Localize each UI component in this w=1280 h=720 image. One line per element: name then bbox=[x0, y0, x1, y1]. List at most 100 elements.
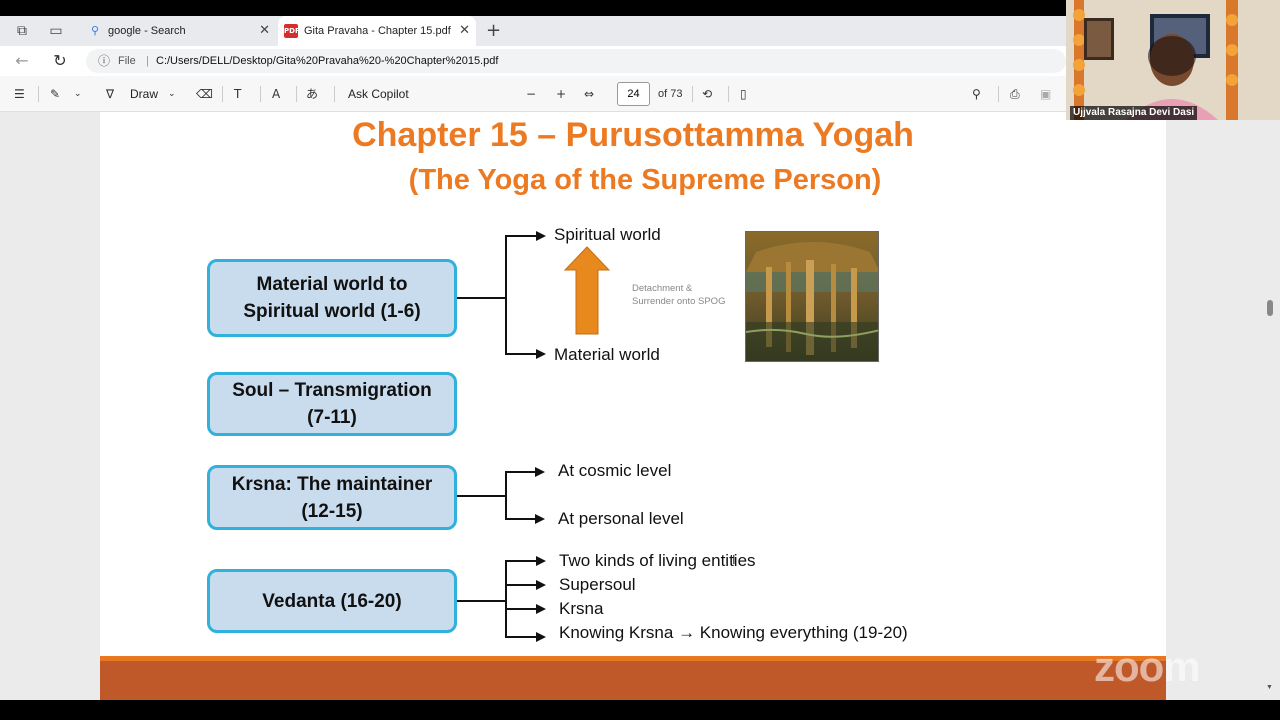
ask-copilot-button[interactable]: Ask Copilot bbox=[348, 84, 409, 104]
branch-label: At cosmic level bbox=[558, 461, 672, 480]
connector-line bbox=[505, 560, 536, 562]
address-bar: ← ↻ ⓘ File | C:/Users/DELL/Desktop/Gita%… bbox=[0, 46, 1066, 76]
connector-line bbox=[505, 471, 535, 473]
video-feed-image bbox=[1066, 0, 1280, 120]
highlight-icon[interactable]: ✎ bbox=[50, 84, 60, 104]
arrowhead bbox=[535, 467, 545, 477]
url-separator: | bbox=[146, 55, 149, 67]
slide-subtitle: (The Yoga of the Supreme Person) bbox=[408, 164, 882, 196]
tab-title: Gita Pravaha - Chapter 15.pdf bbox=[304, 25, 451, 37]
tab-title: google - Search bbox=[108, 25, 186, 37]
connector-line bbox=[457, 297, 506, 299]
fit-width-icon[interactable]: ⇔ bbox=[584, 84, 594, 104]
pdf-toolbar: ☰ ✎ ⌄ ∇ Draw ⌄ ⌫ T A あ Ask Copilot − + ⇔… bbox=[0, 76, 1066, 112]
new-tab-icon[interactable]: + bbox=[486, 20, 501, 41]
arrowhead bbox=[536, 604, 546, 614]
pdf-icon: PDF bbox=[284, 24, 300, 38]
divider bbox=[38, 86, 39, 102]
up-arrow-icon bbox=[564, 246, 610, 335]
slide-footer-band bbox=[100, 661, 1166, 700]
save-icon[interactable]: ▣ bbox=[1040, 84, 1051, 104]
translate-icon[interactable]: あ bbox=[306, 84, 318, 104]
zoom-out-icon[interactable]: − bbox=[526, 84, 536, 104]
connector-line bbox=[457, 495, 506, 497]
section-box-soul-transmigration: Soul – Transmigration (7-11) bbox=[207, 372, 457, 436]
url-scheme: File bbox=[118, 55, 136, 67]
section-label: Material world to Spiritual world (1-6) bbox=[243, 274, 421, 322]
banyan-tree-image bbox=[745, 231, 879, 362]
reload-icon[interactable]: ↻ bbox=[50, 51, 70, 71]
section-box-krsna-maintainer: Krsna: The maintainer (12-15) bbox=[207, 465, 457, 530]
vertical-scrollbar[interactable] bbox=[1264, 112, 1280, 700]
branch-label: Knowing Krsna → Knowing everything (19-2… bbox=[559, 623, 908, 642]
info-icon[interactable]: ⓘ bbox=[98, 49, 110, 73]
read-aloud-icon[interactable]: A bbox=[272, 84, 280, 104]
chevron-down-icon[interactable]: ⌄ bbox=[74, 84, 82, 104]
divider bbox=[222, 86, 223, 102]
divider bbox=[692, 86, 693, 102]
arrowhead bbox=[536, 231, 546, 241]
erase-icon[interactable]: ⌫ bbox=[196, 84, 213, 104]
branch-label: Supersoul bbox=[559, 575, 636, 594]
connector-line bbox=[505, 353, 537, 355]
text-cursor-icon: I bbox=[732, 553, 736, 567]
tab-google-search[interactable]: ⚲ google - Search ✕ bbox=[82, 16, 276, 46]
print-icon[interactable]: ⎙ bbox=[1010, 84, 1020, 104]
participant-video[interactable]: Ujjvala Rasajna Devi Dasi bbox=[1066, 0, 1280, 120]
section-box-material-to-spiritual: Material world to Spiritual world (1-6) bbox=[207, 259, 457, 337]
arrowhead bbox=[536, 580, 546, 590]
connector-line bbox=[505, 518, 535, 520]
workspaces-icon[interactable]: ⧉ bbox=[12, 21, 32, 41]
pdf-viewer[interactable]: Chapter 15 – Purusottamma Yogah (The Yog… bbox=[0, 112, 1280, 700]
divider bbox=[334, 86, 335, 102]
tab-bar: ⧉ ▭ ⚲ google - Search ✕ PDF Gita Pravaha… bbox=[0, 16, 1066, 46]
arrowhead bbox=[536, 632, 546, 642]
draw-icon[interactable]: ∇ bbox=[106, 84, 114, 104]
page-number-input[interactable]: 24 bbox=[617, 82, 650, 106]
draw-button[interactable]: Draw bbox=[130, 84, 158, 104]
scrollbar-thumb[interactable] bbox=[1267, 300, 1273, 316]
divider bbox=[260, 86, 261, 102]
section-label: Soul – Transmigration (7-11) bbox=[232, 380, 432, 428]
search-icon: ⚲ bbox=[90, 24, 100, 37]
connector-line bbox=[505, 471, 507, 519]
connector-line bbox=[505, 636, 536, 638]
zoom-in-icon[interactable]: + bbox=[556, 84, 566, 104]
close-icon[interactable]: ✕ bbox=[259, 16, 270, 46]
rotate-icon[interactable]: ⟲ bbox=[702, 84, 712, 104]
divider bbox=[296, 86, 297, 102]
arrowhead bbox=[536, 349, 546, 359]
divider bbox=[998, 86, 999, 102]
connector-line bbox=[505, 560, 507, 637]
tab-actions-icon[interactable]: ▭ bbox=[46, 21, 66, 41]
divider bbox=[728, 86, 729, 102]
text-box-icon[interactable]: T bbox=[234, 84, 241, 104]
page-total: of 73 bbox=[658, 88, 683, 100]
section-label: Vedanta (16-20) bbox=[262, 590, 402, 612]
close-icon[interactable]: ✕ bbox=[459, 16, 470, 46]
arrowhead bbox=[535, 514, 545, 524]
back-icon[interactable]: ← bbox=[12, 51, 32, 71]
branch-label: Material world bbox=[554, 345, 660, 364]
zoom-watermark: zoom bbox=[1094, 643, 1201, 690]
app-window: ⧉ ▭ ⚲ google - Search ✕ PDF Gita Pravaha… bbox=[0, 0, 1280, 720]
connector-line bbox=[505, 235, 537, 237]
branch-label: At personal level bbox=[558, 509, 684, 528]
url-field[interactable]: ⓘ File | C:/Users/DELL/Desktop/Gita%20Pr… bbox=[86, 49, 1066, 73]
slide-title: Chapter 15 – Purusottamma Yogah bbox=[352, 116, 914, 154]
section-label: Krsna: The maintainer (12-15) bbox=[231, 473, 433, 522]
chevron-down-icon[interactable]: ⌄ bbox=[168, 84, 176, 104]
arrowhead bbox=[536, 556, 546, 566]
scroll-down-icon[interactable]: ▼ bbox=[1266, 684, 1273, 691]
contents-icon[interactable]: ☰ bbox=[14, 84, 25, 104]
tab-pdf[interactable]: PDF Gita Pravaha - Chapter 15.pdf ✕ bbox=[278, 16, 476, 46]
connector-line bbox=[457, 600, 506, 602]
participant-name: Ujjvala Rasajna Devi Dasi bbox=[1070, 106, 1198, 120]
connector-line bbox=[505, 608, 536, 610]
connector-line bbox=[505, 584, 536, 586]
page-view-icon[interactable]: ▯ bbox=[740, 84, 747, 104]
url-text: C:/Users/DELL/Desktop/Gita%20Pravaha%20-… bbox=[156, 55, 499, 67]
branch-label: Spiritual world bbox=[554, 225, 661, 244]
search-icon[interactable]: ⚲ bbox=[972, 84, 981, 104]
branch-label: Krsna bbox=[559, 599, 604, 618]
